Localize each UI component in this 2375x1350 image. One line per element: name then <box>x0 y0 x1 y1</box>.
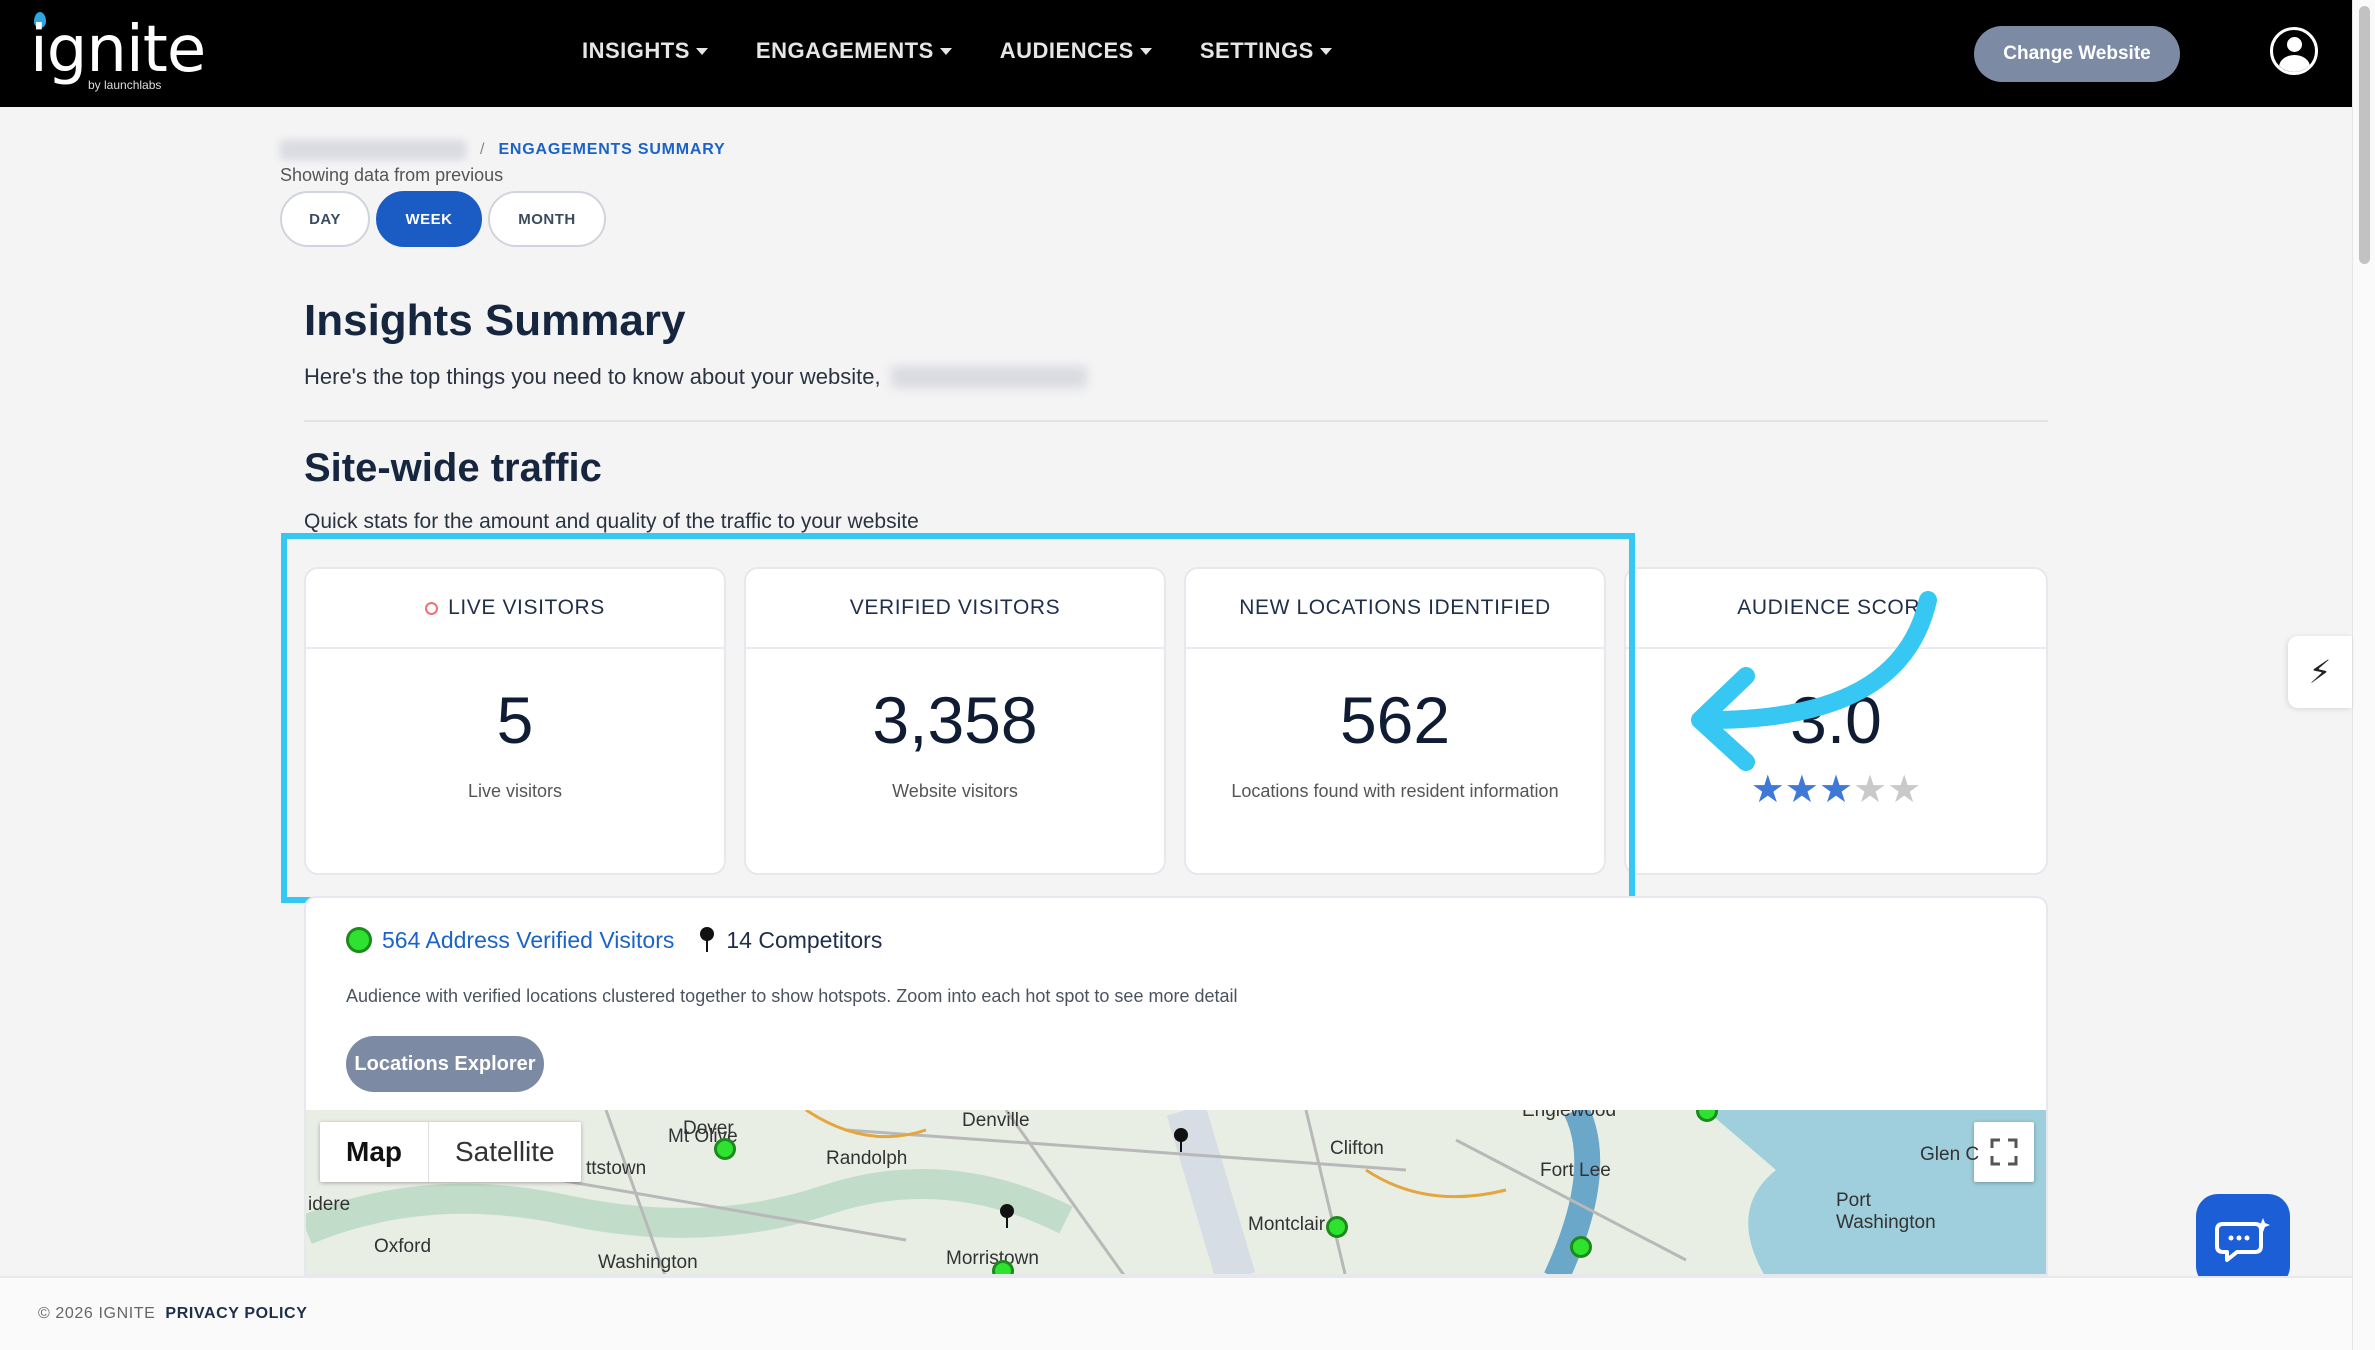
ignite-logo[interactable]: ignite by launchlabs <box>30 12 206 94</box>
map-place-label: Clifton <box>1330 1138 1384 1159</box>
logo-tagline: by launchlabs <box>88 78 162 92</box>
user-avatar-icon[interactable] <box>2270 27 2318 75</box>
range-prefix-label: Showing data from previous <box>280 165 504 185</box>
map-place-label: ttstown <box>586 1158 647 1179</box>
logo-wordmark: ignite <box>30 13 206 87</box>
lightning-icon[interactable]: ⚡ <box>2288 636 2352 708</box>
range-month-button[interactable]: MONTH <box>488 191 606 247</box>
map-type-satellite-button[interactable]: Satellite <box>429 1122 581 1182</box>
locations-panel: 564 Address Verified Visitors 14 Competi… <box>304 896 2048 1276</box>
caret-down-icon <box>1139 47 1152 55</box>
verified-dot-icon <box>346 927 372 953</box>
page-title: Insights Summary <box>304 296 686 345</box>
privacy-policy-link[interactable]: PRIVACY POLICY <box>165 1305 307 1323</box>
traffic-section-title: Site-wide traffic <box>304 446 602 490</box>
map-place-label: Denville <box>962 1110 1030 1131</box>
fullscreen-icon[interactable] <box>1974 1122 2034 1182</box>
verified-location-pin[interactable] <box>714 1138 736 1160</box>
page-subtitle-text: Here's the top things you need to know a… <box>304 364 881 389</box>
competitors-label: 14 Competitors <box>726 926 883 953</box>
footer-copyright: © 2026 IGNITE <box>38 1305 156 1322</box>
caret-down-icon <box>695 47 708 55</box>
annotation-arrow-icon <box>1691 591 1937 771</box>
map-description: Audience with verified locations cluster… <box>346 986 1238 1006</box>
nav-audiences[interactable]: AUDIENCES <box>1000 38 1152 64</box>
map-pin-icon <box>700 927 715 952</box>
map-type-control: Map Satellite <box>320 1122 581 1182</box>
caret-down-icon <box>939 47 952 55</box>
map-type-map-button[interactable]: Map <box>320 1122 429 1182</box>
verified-location-pin[interactable] <box>1326 1216 1348 1238</box>
map-view[interactable]: Map Satellite Dover Denville Randolph Mt… <box>306 1110 2046 1274</box>
map-place-label: Glen C <box>1920 1144 1980 1165</box>
section-divider <box>304 420 2048 422</box>
nav-insights[interactable]: INSIGHTS <box>582 38 708 64</box>
nav-settings[interactable]: SETTINGS <box>1200 38 1332 64</box>
footer: © 2026 IGNITE PRIVACY POLICY <box>0 1276 2352 1350</box>
range-week-button[interactable]: WEEK <box>376 191 482 247</box>
range-day-button[interactable]: DAY <box>280 191 370 247</box>
verified-visitors-link[interactable]: 564 Address Verified Visitors <box>382 927 674 954</box>
main-nav: INSIGHTS ENGAGEMENTS AUDIENCES SETTINGS <box>582 38 1332 64</box>
nav-engagements-label: ENGAGEMENTS <box>755 38 934 63</box>
redacted-website <box>890 366 1087 388</box>
nav-insights-label: INSIGHTS <box>582 38 690 63</box>
map-place-label: Port Washington <box>1836 1190 1936 1233</box>
map-place-label: Washington <box>598 1252 698 1273</box>
breadcrumb: / ENGAGEMENTS SUMMARY <box>280 140 726 160</box>
map-place-label: Montclair <box>1248 1214 1326 1235</box>
page-subtitle: Here's the top things you need to know a… <box>304 364 1087 390</box>
map-place-label: Englewood <box>1522 1110 1617 1121</box>
map-place-label: Fort Lee <box>1540 1160 1611 1181</box>
map-place-label: idere <box>308 1194 351 1215</box>
map-place-label: Randolph <box>826 1148 908 1169</box>
scrollbar-thumb[interactable] <box>2359 6 2370 264</box>
verified-location-pin[interactable] <box>992 1260 1014 1274</box>
breadcrumb-site-link[interactable] <box>280 140 466 160</box>
nav-engagements[interactable]: ENGAGEMENTS <box>756 38 952 64</box>
competitor-marker[interactable] <box>1174 1128 1188 1152</box>
breadcrumb-current: ENGAGEMENTS SUMMARY <box>498 141 726 158</box>
change-website-button[interactable]: Change Website <box>1974 26 2180 82</box>
top-navbar: ignite by launchlabs INSIGHTS ENGAGEMENT… <box>0 0 2352 107</box>
highlight-box <box>281 533 1635 903</box>
map-place-label: Oxford <box>374 1236 432 1257</box>
nav-settings-label: SETTINGS <box>1199 38 1314 63</box>
chat-support-icon[interactable] <box>2196 1194 2290 1288</box>
competitor-marker[interactable] <box>1000 1204 1014 1228</box>
traffic-section-subtitle: Quick stats for the amount and quality o… <box>304 510 919 533</box>
nav-audiences-label: AUDIENCES <box>999 38 1134 63</box>
page-scrollbar[interactable] <box>2352 0 2375 1350</box>
locations-explorer-button[interactable]: Locations Explorer <box>346 1036 544 1092</box>
verified-location-pin[interactable] <box>1570 1236 1592 1258</box>
caret-down-icon <box>1319 47 1332 55</box>
breadcrumb-separator: / <box>480 141 485 158</box>
map-legend: 564 Address Verified Visitors 14 Competi… <box>346 926 882 954</box>
range-selector: DAY WEEK MONTH <box>280 191 606 247</box>
